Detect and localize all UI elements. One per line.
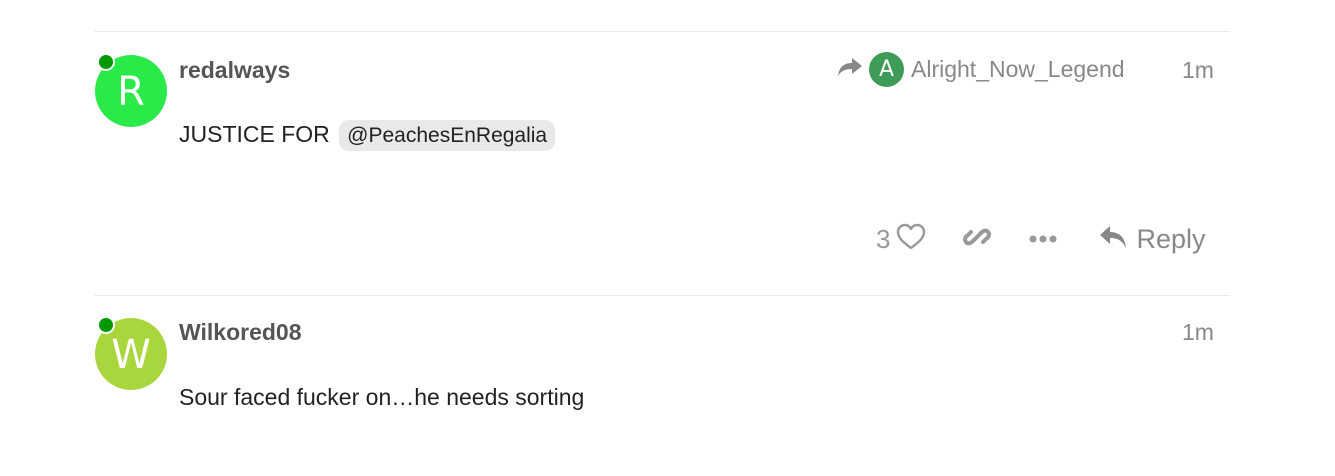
post-divider-top	[94, 31, 1230, 32]
post-actions: 3 Reply	[876, 222, 1206, 257]
username[interactable]: Wilkored08	[179, 319, 302, 346]
like-count[interactable]: 3	[876, 224, 890, 255]
reply-to-avatar-letter: A	[878, 57, 895, 82]
copy-link-button[interactable]	[962, 222, 992, 257]
reply-icon	[1098, 223, 1128, 256]
like-button[interactable]	[896, 223, 926, 256]
post-date[interactable]: 1m	[1182, 57, 1214, 84]
reply-to-avatar: A	[869, 52, 904, 87]
ellipsis-icon	[1028, 231, 1058, 249]
online-indicator	[97, 53, 115, 71]
link-icon	[962, 222, 992, 257]
reply-button[interactable]: Reply	[1098, 223, 1206, 256]
avatar-letter: R	[117, 69, 145, 115]
user-mention[interactable]: @PeachesEnRegalia	[339, 120, 556, 151]
post-text: JUSTICE FOR	[179, 121, 330, 147]
post-date[interactable]: 1m	[1182, 319, 1214, 346]
show-more-button[interactable]	[1028, 231, 1058, 249]
avatar-letter: W	[111, 332, 151, 378]
post-content: Sour faced fucker on…he needs sorting	[179, 384, 584, 411]
heart-icon	[896, 223, 926, 256]
username[interactable]: redalways	[179, 57, 290, 84]
share-arrow-icon	[837, 56, 863, 84]
reply-to-username: Alright_Now_Legend	[911, 56, 1125, 82]
online-indicator	[97, 316, 115, 334]
post-content: JUSTICE FOR @PeachesEnRegalia	[179, 120, 556, 151]
reply-to-tab[interactable]: A Alright_Now_Legend	[837, 52, 1125, 87]
reply-label: Reply	[1136, 224, 1206, 254]
post-text: Sour faced fucker on…he needs sorting	[179, 384, 585, 410]
post-divider	[94, 295, 1230, 296]
